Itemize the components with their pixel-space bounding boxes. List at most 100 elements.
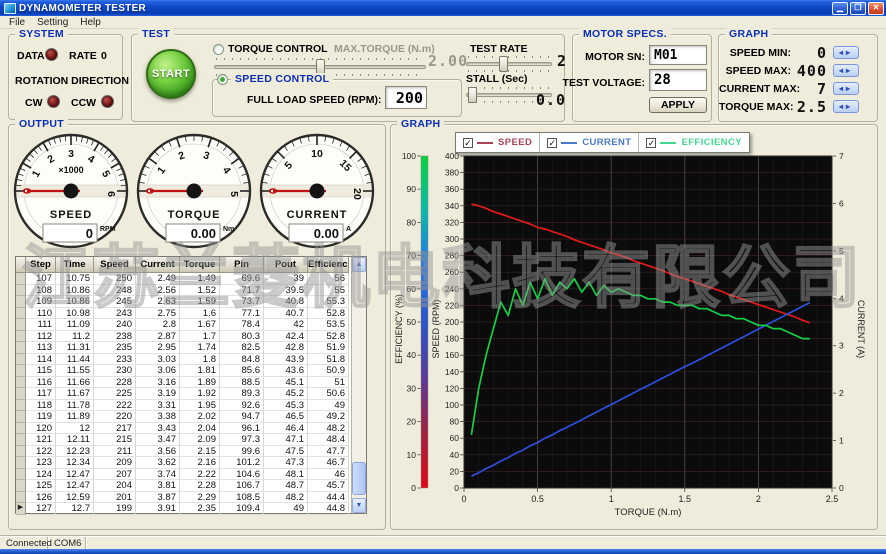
menu-item-setting[interactable]: Setting <box>31 17 74 28</box>
table-cell: 3.91 <box>136 503 180 515</box>
table-row[interactable]: 11411.442333.031.884.843.951.8 <box>16 354 366 366</box>
table-row[interactable]: 12112.112153.472.0997.347.148.4 <box>16 434 366 446</box>
table-cell: 94.7 <box>220 411 264 423</box>
row-selector[interactable] <box>16 492 26 504</box>
results-table[interactable]: StepTimeSpeedCurrentTorquePinPoutEfficie… <box>15 256 367 514</box>
table-row[interactable]: 11511.552303.061.8185.643.650.9 <box>16 365 366 377</box>
legend-checkbox[interactable]: ✓ <box>547 138 557 148</box>
full-load-speed-value[interactable]: 200 <box>385 86 427 109</box>
row-selector[interactable] <box>16 388 26 400</box>
torque-control-radio[interactable] <box>213 44 224 55</box>
restore-button[interactable]: ❐ <box>850 2 866 15</box>
menu-item-file[interactable]: File <box>3 17 31 28</box>
legend-checkbox[interactable]: ✓ <box>463 138 473 148</box>
menu-item-help[interactable]: Help <box>74 17 107 28</box>
table-row[interactable]: 12612.592013.872.29108.548.244.4 <box>16 492 366 504</box>
table-row[interactable]: 10710.752502.491.4969.63956 <box>16 273 366 285</box>
graph-setting-spinner[interactable]: ◂▸ <box>833 46 859 59</box>
legend-checkbox[interactable]: ✓ <box>646 138 656 148</box>
scroll-thumb[interactable] <box>352 462 366 495</box>
row-selector[interactable] <box>16 446 26 458</box>
table-cell: 215 <box>94 434 136 446</box>
table-cell: 11.78 <box>56 400 94 412</box>
row-selector[interactable] <box>16 480 26 492</box>
table-row[interactable]: 10810.862482.561.5271.739.555 <box>16 285 366 297</box>
table-row[interactable]: 11111.092402.81.6778.44253.5 <box>16 319 366 331</box>
table-cell: 12.47 <box>56 469 94 481</box>
speed-control-radio[interactable] <box>217 74 228 85</box>
table-scrollbar[interactable]: ▲▼ <box>351 257 366 513</box>
table-cell: 2.95 <box>136 342 180 354</box>
table-cell: 39 <box>264 273 308 285</box>
table-row[interactable]: 12512.472043.812.28106.748.745.7 <box>16 480 366 492</box>
table-row[interactable]: 11711.672253.191.9289.345.250.6 <box>16 388 366 400</box>
motor-sn-input[interactable]: M01 <box>649 45 707 65</box>
table-row[interactable]: 11911.892203.382.0294.746.549.2 <box>16 411 366 423</box>
row-selector[interactable] <box>16 457 26 469</box>
table-cell: 3.03 <box>136 354 180 366</box>
row-selector[interactable]: ▶ <box>16 503 26 515</box>
graph-setting-spinner[interactable]: ◂▸ <box>833 82 859 95</box>
row-selector[interactable] <box>16 319 26 331</box>
scroll-down-button[interactable]: ▼ <box>352 498 366 513</box>
row-selector[interactable] <box>16 273 26 285</box>
row-selector[interactable] <box>16 469 26 481</box>
row-selector[interactable] <box>16 423 26 435</box>
table-column-header[interactable]: Pin <box>220 257 264 273</box>
table-column-header[interactable]: Speed <box>94 257 136 273</box>
table-cell: 80.3 <box>220 331 264 343</box>
table-column-header[interactable]: Pout <box>264 257 308 273</box>
row-selector[interactable] <box>16 308 26 320</box>
torque-control-label: TORQUE CONTROL <box>228 43 328 55</box>
row-selector[interactable] <box>16 434 26 446</box>
table-row[interactable]: 12312.342093.622.16101.247.346.7 <box>16 457 366 469</box>
test-voltage-input[interactable]: 28 <box>649 69 707 91</box>
table-column-header[interactable]: Torque <box>180 257 220 273</box>
table-row[interactable]: 11811.782223.311.9592.645.349 <box>16 400 366 412</box>
row-selector[interactable] <box>16 296 26 308</box>
graph-setting-spinner[interactable]: ◂▸ <box>833 64 859 77</box>
row-selector[interactable] <box>16 411 26 423</box>
start-button[interactable]: START <box>146 49 196 99</box>
table-row[interactable]: 120122173.432.0496.146.448.2 <box>16 423 366 435</box>
table-row[interactable]: 11311.312352.951.7482.542.851.9 <box>16 342 366 354</box>
scroll-up-button[interactable]: ▲ <box>352 257 366 272</box>
table-row[interactable]: 12412.472073.742.22104.648.146 <box>16 469 366 481</box>
table-row[interactable]: 11211.22382.871.780.342.452.8 <box>16 331 366 343</box>
taskbar-strip[interactable] <box>0 549 886 554</box>
apply-button[interactable]: APPLY <box>649 97 707 113</box>
row-selector[interactable] <box>16 365 26 377</box>
graph-setting-spinner[interactable]: ◂▸ <box>833 100 859 113</box>
table-column-header[interactable]: Efficiency <box>308 257 349 273</box>
table-row[interactable]: ▶12712.71993.912.35109.44944.8 <box>16 503 366 515</box>
table-column-header[interactable]: Step <box>26 257 56 273</box>
row-selector[interactable] <box>16 331 26 343</box>
table-row[interactable]: 11010.982432.751.677.140.752.8 <box>16 308 366 320</box>
table-cell: 51.8 <box>308 354 349 366</box>
row-selector[interactable] <box>16 342 26 354</box>
svg-text:80: 80 <box>450 417 460 427</box>
table-row[interactable]: 12212.232113.562.1599.647.547.7 <box>16 446 366 458</box>
row-selector[interactable] <box>16 354 26 366</box>
row-selector[interactable] <box>16 285 26 297</box>
table-cell: 53.5 <box>308 319 349 331</box>
table-cell: 201 <box>94 492 136 504</box>
row-selector[interactable] <box>16 400 26 412</box>
svg-text:3: 3 <box>839 341 844 351</box>
svg-text:40: 40 <box>407 350 417 360</box>
minimize-button[interactable]: ▁ <box>832 2 848 15</box>
table-column-header[interactable]: Time <box>56 257 94 273</box>
table-cell: 2.28 <box>180 480 220 492</box>
svg-text:60: 60 <box>407 284 417 294</box>
close-button[interactable]: ✕ <box>868 2 884 15</box>
app-window: DYNAMOMETER TESTER ▁ ❐ ✕ FileSettingHelp… <box>0 0 886 554</box>
row-selector[interactable] <box>16 377 26 389</box>
rotation-direction-label: ROTATION DIRECTION <box>15 75 129 87</box>
table-row[interactable]: 10910.862452.631.5973.740.855.3 <box>16 296 366 308</box>
svg-text:90: 90 <box>407 184 417 194</box>
table-cell: 3.31 <box>136 400 180 412</box>
table-row[interactable]: 11611.662283.161.8988.545.151 <box>16 377 366 389</box>
svg-text:1.5: 1.5 <box>679 494 692 504</box>
table-column-header[interactable]: Current <box>136 257 180 273</box>
test-rate-slider[interactable] <box>466 56 552 72</box>
